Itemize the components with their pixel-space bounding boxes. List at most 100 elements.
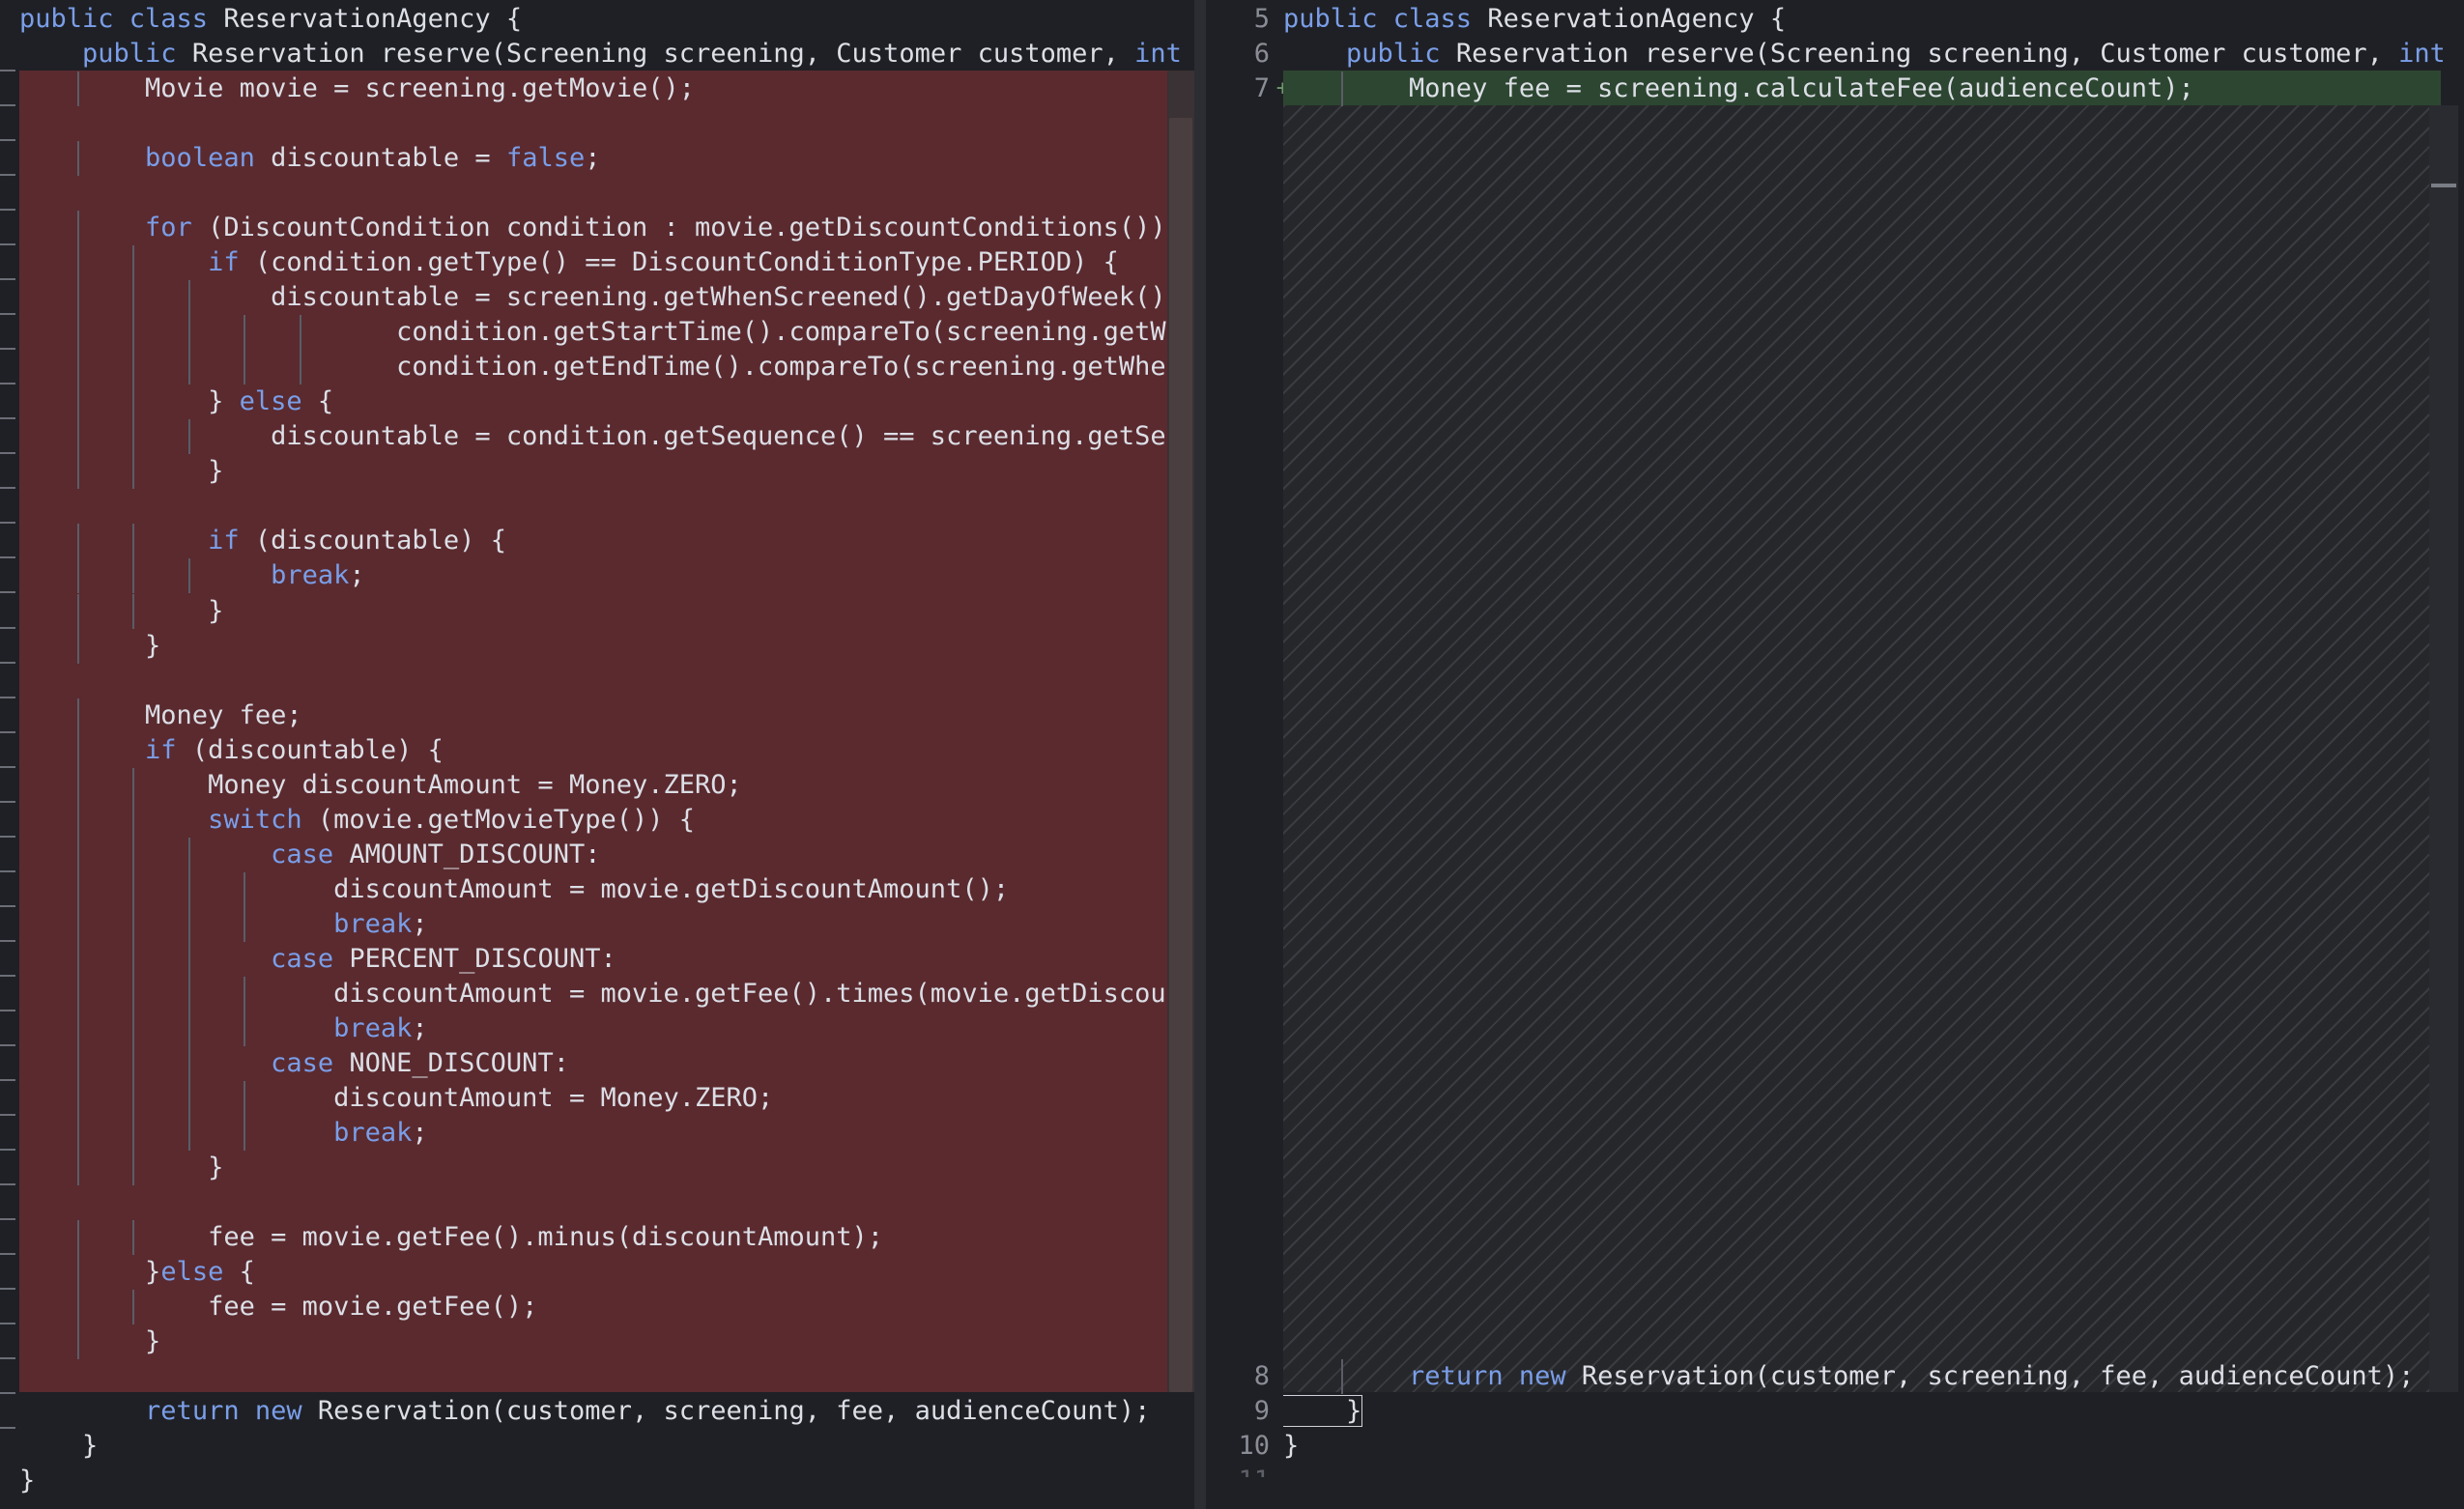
gutter-change-tick [0,243,15,246]
left-code-line[interactable]: case AMOUNT_DISCOUNT: [19,837,1194,872]
keyword-token: break [333,1012,413,1043]
right-editor-pane[interactable]: 567891011+ public class ReservationAgenc… [1206,0,2464,1509]
left-code-line[interactable]: fee = movie.getFee(); [19,1290,1194,1325]
left-code-line[interactable] [19,489,1194,524]
left-code-line[interactable] [19,664,1194,698]
indent-guide [244,315,246,351]
left-code-line[interactable]: Money discountAmount = Money.ZERO; [19,767,1194,803]
indent-guide [244,1115,246,1151]
indent-guide [132,976,135,1011]
left-code-line[interactable]: if (condition.getType() == DiscountCondi… [19,245,1194,281]
code-token: Reservation reserve(Screening screening,… [1455,39,2399,70]
indent-guide [132,384,135,420]
left-code-line[interactable]: } [19,628,1194,664]
left-code-line[interactable]: } [19,1464,1194,1498]
left-code-line[interactable]: break; [19,906,1194,942]
indent-guide [132,802,135,838]
indent-guide [244,1011,246,1046]
left-code-line[interactable]: discountAmount = Money.ZERO; [19,1080,1194,1116]
left-code-line[interactable]: Money fee; [19,698,1194,733]
right-code-line[interactable]: return new Reservation(customer, screeni… [1283,1359,2443,1395]
gutter-change-tick [0,626,15,629]
code-token: Reservation(customer, screening, fee, au… [1581,1361,2415,1392]
line-number: 8 [1253,1361,1270,1392]
code-token: discountable = screening.getWhenScreened… [271,282,1194,313]
indent-guide [76,906,79,942]
left-editor-pane[interactable]: public class ReservationAgency { public … [0,0,1194,1509]
code-token: } [19,1257,161,1288]
pane-splitter[interactable] [1194,0,1206,1509]
left-code-line[interactable]: } [19,1324,1194,1360]
code-token: ; [349,560,365,591]
left-code-line[interactable]: discountAmount = movie.getFee().times(mo… [19,976,1194,1011]
left-code-line[interactable]: boolean discountable = false; [19,141,1194,177]
indent-guide [244,1080,246,1116]
code-token: } [19,456,224,487]
gutter-change-tick [0,696,15,698]
left-code-line[interactable]: break; [19,1115,1194,1151]
left-code-line[interactable]: if (discountable) { [19,732,1194,768]
left-code-line[interactable]: } [19,454,1194,490]
right-scrollbar-thumb[interactable] [2431,184,2456,187]
gutter-change-tick [0,209,15,212]
left-code-line[interactable]: fee = movie.getFee().minus(discountAmoun… [19,1220,1194,1256]
left-code-line[interactable] [19,106,1194,141]
gutter-change-tick [0,70,15,72]
left-code-line[interactable] [19,1185,1194,1220]
indent-guide [300,350,301,385]
code-token: } [19,386,240,417]
left-code-line[interactable]: break; [19,1011,1194,1046]
left-code-line[interactable]: } [19,1429,1194,1464]
left-code-line[interactable]: } else { [19,384,1194,420]
gutter-change-tick [0,1078,15,1081]
indent-guide [76,454,79,490]
right-code-line[interactable]: } [1283,1429,2443,1464]
left-code-line[interactable]: if (discountable) { [19,524,1194,559]
left-code-line[interactable]: return new Reservation(customer, screeni… [19,1394,1194,1429]
left-code-line[interactable]: public class ReservationAgency { [19,2,1194,37]
gutter-change-tick [0,1182,15,1185]
left-code-line[interactable]: case NONE_DISCOUNT: [19,1045,1194,1081]
left-code-line[interactable]: discountable = screening.getWhenScreened… [19,280,1194,316]
right-code-line[interactable]: public Reservation reserve(Screening scr… [1283,37,2443,71]
right-code-area[interactable]: public class ReservationAgency { public … [1283,2,2443,1509]
indent-guide [300,315,301,351]
left-code-line[interactable]: Movie movie = screening.getMovie(); [19,71,1194,107]
left-code-line[interactable] [19,1359,1194,1394]
right-code-line[interactable]: } [1283,1394,2443,1429]
code-token: NONE_DISCOUNT: [349,1047,569,1078]
line-number: 11 [1212,1464,1270,1477]
left-code-line[interactable]: discountAmount = movie.getDiscountAmount… [19,871,1194,907]
left-code-line[interactable]: } [19,593,1194,629]
code-token: discountable = condition.getSequence() =… [19,421,1194,452]
right-code-line[interactable]: public class ReservationAgency { [1283,2,2443,37]
indent-guide [76,941,79,977]
right-scrollbar-track[interactable] [2429,105,2458,1392]
left-code-line[interactable]: discountable = condition.getSequence() =… [19,419,1194,455]
indent-guide [187,976,190,1011]
right-code-line[interactable]: Money fee = screening.calculateFee(audie… [1283,71,2443,107]
left-code-line[interactable]: }else { [19,1255,1194,1291]
left-code-line[interactable]: for (DiscountCondition condition : movie… [19,211,1194,246]
left-code-line[interactable]: switch (movie.getMovieType()) { [19,802,1194,838]
left-code-line[interactable]: } [19,1150,1194,1185]
keyword-token: break [271,560,350,591]
gutter-change-tick [0,104,15,107]
indent-guide [76,1220,79,1256]
left-code-line[interactable] [19,176,1194,211]
code-token: discountAmount = movie.getFee().times(mo… [333,978,1194,1009]
left-code-line[interactable]: public Reservation reserve(Screening scr… [19,37,1194,71]
left-code-line[interactable]: case PERCENT_DISCOUNT: [19,941,1194,977]
left-code-line[interactable]: break; [19,558,1194,594]
left-scrollbar-thumb[interactable] [1169,118,1192,1392]
code-token: discountable = [271,143,506,174]
left-code-area[interactable]: public class ReservationAgency { public … [19,2,1194,1509]
left-code-line[interactable]: condition.getEndTime().compareTo(screeni… [19,350,1194,385]
indent-guide [132,593,135,629]
code-token: ReservationAgency { [1487,4,1787,34]
left-code-line[interactable]: condition.getStartTime().compareTo(scree… [19,315,1194,351]
